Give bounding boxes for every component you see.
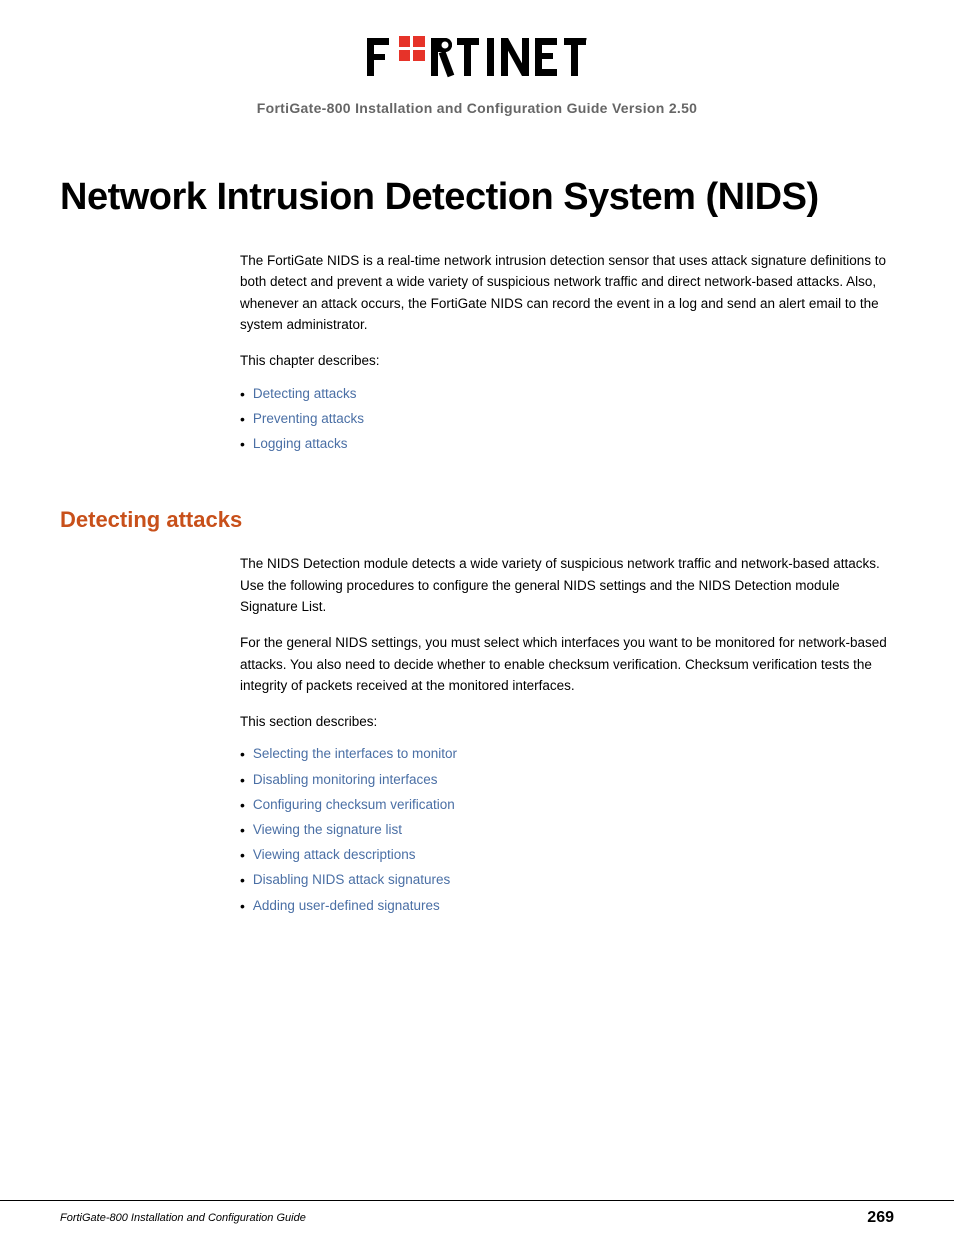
footer-left-text: FortiGate-800 Installation and Configura…	[60, 1212, 306, 1224]
list-item: Disabling monitoring interfaces	[240, 768, 894, 793]
list-item: Logging attacks	[240, 432, 894, 457]
detecting-attacks-link[interactable]: Detecting attacks	[253, 382, 357, 406]
disabling-nids-signatures-link[interactable]: Disabling NIDS attack signatures	[253, 868, 450, 892]
viewing-attack-descriptions-link[interactable]: Viewing attack descriptions	[253, 843, 416, 867]
list-item: Detecting attacks	[240, 382, 894, 407]
svg-text:™: ™	[585, 37, 587, 44]
detecting-attacks-heading: Detecting attacks	[60, 507, 894, 533]
main-content: Network Intrusion Detection System (NIDS…	[0, 136, 954, 1200]
intro-paragraph1: The FortiGate NIDS is a real-time networ…	[240, 250, 894, 336]
detecting-paragraph1: The NIDS Detection module detects a wide…	[240, 553, 894, 618]
page: ™ FortiGate-800 Installation and Configu…	[0, 0, 954, 1235]
configuring-checksum-link[interactable]: Configuring checksum verification	[253, 793, 455, 817]
logging-attacks-link[interactable]: Logging attacks	[253, 432, 348, 456]
chapter-describes: This chapter describes:	[240, 350, 894, 372]
page-title: Network Intrusion Detection System (NIDS…	[60, 176, 894, 220]
logo-container: ™	[367, 30, 587, 90]
list-item: Preventing attacks	[240, 407, 894, 432]
list-item: Configuring checksum verification	[240, 793, 894, 818]
selecting-interfaces-link[interactable]: Selecting the interfaces to monitor	[253, 742, 457, 766]
detecting-paragraph2: For the general NIDS settings, you must …	[240, 632, 894, 697]
list-item: Disabling NIDS attack signatures	[240, 868, 894, 893]
chapter-links-list: Detecting attacks Preventing attacks Log…	[240, 382, 894, 458]
section-describes: This section describes:	[240, 711, 894, 733]
section-links-list: Selecting the interfaces to monitor Disa…	[240, 742, 894, 918]
intro-block: The FortiGate NIDS is a real-time networ…	[240, 250, 894, 458]
adding-user-defined-link[interactable]: Adding user-defined signatures	[253, 894, 440, 918]
header: ™ FortiGate-800 Installation and Configu…	[0, 0, 954, 136]
preventing-attacks-link[interactable]: Preventing attacks	[253, 407, 364, 431]
viewing-signature-list-link[interactable]: Viewing the signature list	[253, 818, 402, 842]
list-item: Adding user-defined signatures	[240, 894, 894, 919]
detecting-block: The NIDS Detection module detects a wide…	[240, 553, 894, 918]
fortinet-logo: ™	[367, 30, 587, 85]
list-item: Viewing the signature list	[240, 818, 894, 843]
list-item: Viewing attack descriptions	[240, 843, 894, 868]
list-item: Selecting the interfaces to monitor	[240, 742, 894, 767]
subtitle: FortiGate-800 Installation and Configura…	[257, 100, 698, 116]
disabling-monitoring-link[interactable]: Disabling monitoring interfaces	[253, 768, 438, 792]
footer: FortiGate-800 Installation and Configura…	[0, 1200, 954, 1235]
footer-page-number: 269	[867, 1209, 894, 1227]
